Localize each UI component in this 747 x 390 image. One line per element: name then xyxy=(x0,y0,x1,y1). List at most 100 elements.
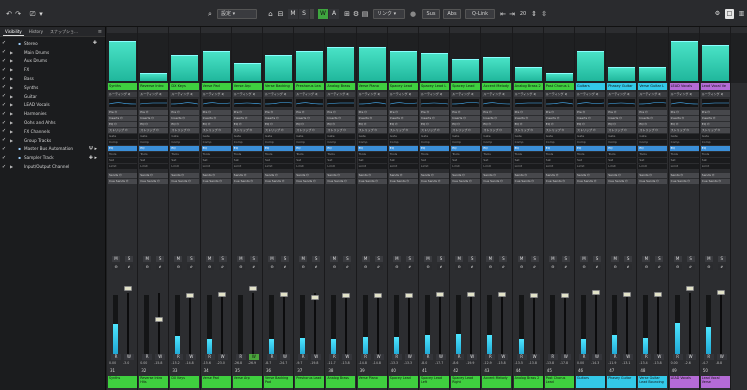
channel-name-bottom[interactable]: Guitars xyxy=(576,376,605,388)
listen-icon[interactable]: ⊖ xyxy=(424,264,432,270)
eq-header[interactable]: EQ ⏻ xyxy=(669,122,699,127)
channel-name-top[interactable]: Verse Backing xyxy=(264,83,293,90)
channel-name-bottom[interactable]: Verse Backing Pad xyxy=(264,376,293,388)
inserts-header[interactable]: Inserts ⏻ xyxy=(576,116,605,121)
edit-icon[interactable]: ℯ xyxy=(218,264,227,270)
rack-view-icon[interactable]: ⊟ xyxy=(276,9,285,19)
tools-slot[interactable]: Tools xyxy=(638,152,668,157)
edit-icon[interactable]: ℯ xyxy=(312,264,321,270)
sends-header[interactable]: Sends ⏻ xyxy=(388,173,418,178)
mute-button[interactable]: M xyxy=(517,256,526,262)
cue-sends-header[interactable]: Cue Sends ⏻ xyxy=(139,179,169,184)
qlink-button[interactable]: Q-Link xyxy=(465,9,495,19)
channel-name-bottom[interactable]: Verse Arp xyxy=(232,376,262,388)
edit-icon[interactable]: ℯ xyxy=(343,264,352,270)
comp-slot[interactable]: Comp xyxy=(607,140,637,145)
mute-button[interactable]: M xyxy=(268,256,276,262)
write-automation-button[interactable]: W xyxy=(467,354,478,360)
sends-header[interactable]: Sends ⏻ xyxy=(357,173,387,178)
sat-slot[interactable]: Sat xyxy=(451,158,481,163)
sat-slot[interactable]: Sat xyxy=(513,158,543,163)
comp-slot[interactable]: Comp xyxy=(513,140,543,145)
window-toggle-button[interactable]: □ xyxy=(725,9,734,19)
expand-arrow-icon[interactable]: ▶ xyxy=(8,111,15,116)
comp-slot[interactable]: Comp xyxy=(108,140,137,145)
eq-header[interactable]: EQ ⏻ xyxy=(420,122,449,127)
edit-icon[interactable]: ℯ xyxy=(624,264,633,270)
volume-value[interactable]: -11.7 xyxy=(327,361,335,365)
mute-button[interactable]: M xyxy=(486,256,495,262)
sat-slot[interactable]: Sat xyxy=(420,158,449,163)
eq-header[interactable]: EQ ⏻ xyxy=(170,122,200,127)
read-automation-button[interactable]: R xyxy=(672,354,683,360)
pre-section-header[interactable]: Pre ⏻ xyxy=(264,110,293,115)
tools-slot[interactable]: Tools xyxy=(108,152,137,157)
limit-slot[interactable]: Limit xyxy=(295,164,325,169)
solo-button[interactable]: S xyxy=(312,256,321,262)
pre-section-header[interactable]: Pre ⏻ xyxy=(482,110,512,115)
limit-slot[interactable]: Limit xyxy=(139,164,169,169)
tools-slot[interactable]: Tools xyxy=(544,152,574,157)
expand-arrow-icon[interactable]: ▶ xyxy=(8,102,15,107)
channel-name-top[interactable]: Lead Vocal Ve xyxy=(700,83,730,90)
write-automation-button[interactable]: W xyxy=(124,354,134,360)
eq-curve-display[interactable] xyxy=(388,98,418,108)
channel-name-top[interactable]: Accent Melody xyxy=(482,83,512,90)
strip-header[interactable]: ストリップ ⏻ xyxy=(700,128,730,133)
visibility-check-icon[interactable]: ✓ xyxy=(0,49,8,55)
limit-slot[interactable]: Limit xyxy=(170,164,200,169)
track-visibility-row[interactable]: ✓ ▪ Master Bus Automation Ψ ▸ xyxy=(0,145,105,154)
edit-icon[interactable]: ℯ xyxy=(717,264,726,270)
gate-slot[interactable]: Gate xyxy=(451,134,481,139)
sat-slot[interactable]: Sat xyxy=(357,158,387,163)
read-automation-button[interactable]: R xyxy=(204,354,215,360)
edit-icon[interactable]: ℯ xyxy=(281,264,289,270)
cue-sends-header[interactable]: Cue Sends ⏻ xyxy=(513,179,543,184)
strip-header[interactable]: ストリップ ⏻ xyxy=(139,128,169,133)
channel-name-top[interactable]: Verse Guitar L xyxy=(638,83,668,90)
volume-fader[interactable] xyxy=(560,293,569,298)
mute-button[interactable]: M xyxy=(112,256,120,262)
read-automation-button[interactable]: R xyxy=(703,354,714,360)
eq-slot[interactable]: EQ xyxy=(607,146,637,151)
listen-icon[interactable]: ⊖ xyxy=(580,264,588,270)
gate-slot[interactable]: Gate xyxy=(388,134,418,139)
listen-icon[interactable]: ⊖ xyxy=(486,264,495,270)
mute-button[interactable]: M xyxy=(143,256,152,262)
eq-curve-display[interactable] xyxy=(576,98,605,108)
listen-icon[interactable]: ⊖ xyxy=(330,264,339,270)
mute-button[interactable]: M xyxy=(299,256,308,262)
eq-slot[interactable]: EQ xyxy=(482,146,512,151)
cue-sends-header[interactable]: Cue Sends ⏻ xyxy=(170,179,200,184)
cue-sends-header[interactable]: Cue Sends ⏻ xyxy=(482,179,512,184)
eq-header[interactable]: EQ ⏻ xyxy=(232,122,262,127)
link-right-icon[interactable]: ⇥ xyxy=(508,9,516,19)
inserts-header[interactable]: Inserts ⏻ xyxy=(638,116,668,121)
eq-header[interactable]: EQ ⏻ xyxy=(264,122,293,127)
tools-slot[interactable]: Tools xyxy=(700,152,730,157)
visibility-check-icon[interactable]: ✓ xyxy=(0,93,8,99)
write-automation-button[interactable]: W xyxy=(560,354,571,360)
sat-slot[interactable]: Sat xyxy=(170,158,200,163)
pre-section-header[interactable]: Pre ⏻ xyxy=(544,110,574,115)
visibility-check-icon[interactable]: ✓ xyxy=(0,128,8,134)
eq-header[interactable]: EQ ⏻ xyxy=(108,122,137,127)
sat-slot[interactable]: Sat xyxy=(576,158,605,163)
comp-slot[interactable]: Comp xyxy=(170,140,200,145)
cue-sends-header[interactable]: Cue Sends ⏻ xyxy=(201,179,231,184)
visibility-check-icon[interactable]: ✓ xyxy=(0,84,8,90)
inserts-header[interactable]: Inserts ⏻ xyxy=(295,116,325,121)
edit-icon[interactable]: ℯ xyxy=(593,264,601,270)
gate-slot[interactable]: Gate xyxy=(357,134,387,139)
routing-slot[interactable]: ルーティング ≷ xyxy=(357,92,387,97)
gate-slot[interactable]: Gate xyxy=(607,134,637,139)
global-read-button[interactable]: A xyxy=(329,9,339,19)
channel-name-bottom[interactable]: DX Keys xyxy=(170,376,200,388)
listen-icon[interactable]: ⊖ xyxy=(174,264,183,270)
channel-name-bottom[interactable]: LEAD Vocals xyxy=(669,376,699,388)
limit-slot[interactable]: Limit xyxy=(607,164,637,169)
search-icon[interactable]: ⌕ xyxy=(206,9,214,19)
volume-fader[interactable] xyxy=(716,289,725,295)
tools-slot[interactable]: Tools xyxy=(388,152,418,157)
channel-name-top[interactable]: Analog Brass xyxy=(326,83,356,90)
